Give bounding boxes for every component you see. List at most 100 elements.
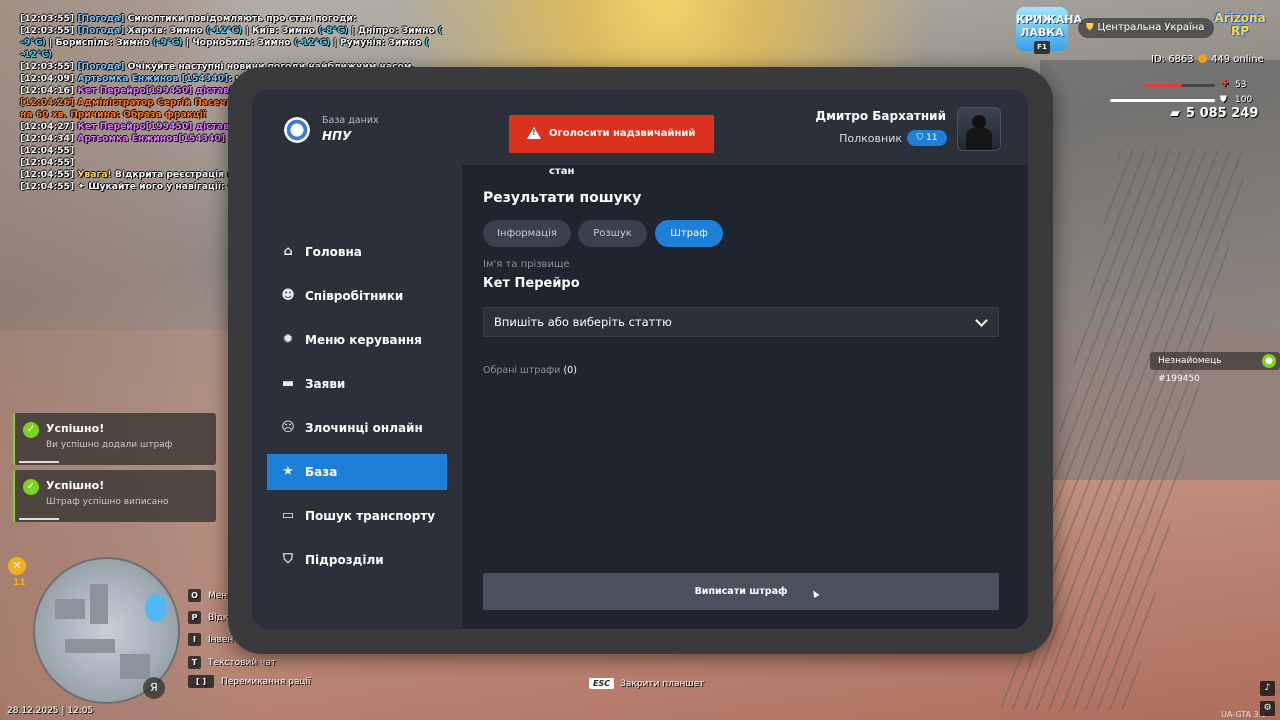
- hint-row: [ ] Перемикання рації: [188, 675, 311, 688]
- online-count: 449 online: [1198, 54, 1264, 65]
- chat-line: -9°C) | Бориспіль: Зимно (-9°C) | Чорноб…: [20, 37, 429, 49]
- emergency-label: Оголосити надзвичайний стан: [549, 128, 696, 177]
- chat-segment: [Погода]: [77, 25, 128, 36]
- chat-segment: [12:03:55]: [20, 25, 78, 36]
- toast-notification: ✓ Успішно! Ви успішно додали штраф: [13, 413, 216, 465]
- armor-bar: [1110, 99, 1215, 102]
- chat-segment: Харків: Зимно: [127, 25, 206, 36]
- hint-key: [ ]: [188, 675, 214, 688]
- hint-row: T Текстовий чат: [188, 656, 276, 669]
- hint-row: P Відк: [188, 611, 228, 624]
- close-hint: ESC Закрити планшет: [589, 678, 704, 689]
- star-icon: ★: [282, 464, 294, 479]
- tab-fine[interactable]: Штраф: [655, 220, 723, 247]
- sidebar-item-home[interactable]: ⌂ Головна: [267, 234, 447, 270]
- results-title: Результати пошуку: [483, 190, 642, 206]
- sidebar-item-folder[interactable]: ▬ Заяви: [267, 366, 447, 402]
- gear-icon: ✹: [282, 332, 294, 347]
- chat-segment: | Чорнобиль: Зимно: [182, 37, 294, 48]
- chat-segment: [12:04:55]: [20, 157, 75, 168]
- chat-segment: Артьомка Енжинов [154340]: [77, 73, 229, 84]
- region-badge: ⛊ Центральна Україна: [1078, 18, 1215, 38]
- check-icon: ✓: [23, 422, 39, 438]
- chat-segment: Увага!: [77, 169, 115, 180]
- rank-level: 11: [926, 133, 938, 143]
- money-icon: ▰: [1170, 106, 1180, 121]
- sidebar-item-label: Головна: [305, 245, 362, 259]
- chat-segment: (: [424, 37, 429, 48]
- chevron-down-icon: [975, 314, 988, 327]
- ice-shop-line1: КРИЖАНА: [1016, 13, 1082, 26]
- sidebar-item-label: Пошук транспорту: [305, 509, 436, 523]
- crosshair-icon: ✕: [8, 557, 26, 575]
- chosen-label: Обрані штрафи: [483, 365, 561, 376]
- sidebar-item-label: Злочинці онлайн: [305, 421, 423, 435]
- armor-value: 100: [1235, 95, 1253, 105]
- chat-segment: [12:03:55]: [20, 13, 78, 24]
- settings-icon[interactable]: ⚙: [1260, 701, 1275, 716]
- ice-shop-logo[interactable]: КРИЖАНА ЛАВКА F1: [1016, 7, 1082, 54]
- emergency-button[interactable]: Оголосити надзвичайний стан: [509, 115, 714, 177]
- esc-key[interactable]: ESC: [589, 678, 615, 689]
- chat-segment: на 60 хв. Причина: Образа фракції: [20, 109, 207, 120]
- warning-icon: [527, 127, 541, 139]
- chat-segment: [12:04:55]: [20, 145, 75, 156]
- chat-segment: [12:04:55]: [20, 169, 78, 180]
- toast-message: Ви успішно додали штраф: [46, 440, 173, 450]
- article-select[interactable]: Впишіть або виберіть статтю: [483, 307, 999, 337]
- voice-button[interactable]: Я: [143, 677, 165, 699]
- ice-shop-key: F1: [1034, 41, 1050, 54]
- mic-icon: ●: [1262, 354, 1276, 368]
- name-label: Ім'я та прізвище: [483, 259, 570, 270]
- chosen-count: (0): [563, 365, 577, 376]
- sidebar-item-star[interactable]: ★ База: [267, 454, 447, 490]
- sidebar-item-users[interactable]: ☻ Співробітники: [267, 278, 447, 314]
- chat-segment: [12:04:27]: [20, 121, 78, 132]
- chat-segment: | Румунія: Зимно: [330, 37, 425, 48]
- online-label: 449 online: [1211, 54, 1264, 65]
- chat-segment: [12:04:09]: [20, 73, 78, 84]
- chat-segment: Синоптики повідомляють про стан погоди:: [127, 13, 357, 24]
- health-track: [1145, 84, 1215, 87]
- microphone-icon[interactable]: ♪: [1260, 681, 1275, 696]
- stranger-tag: Незнайомець #199450 ●: [1150, 352, 1280, 384]
- sidebar-item-gear[interactable]: ✹ Меню керування: [267, 322, 447, 358]
- armor-icon: ⛊: [1220, 95, 1227, 105]
- money-value: 5 085 249: [1186, 106, 1259, 121]
- users-icon: ☻: [281, 288, 295, 303]
- coin-icon: [1198, 54, 1207, 63]
- hint-label: Текстовий чат: [208, 658, 277, 668]
- avatar[interactable]: [957, 107, 1001, 151]
- chat-segment: ✦ Шукайте його у навігації:: [77, 181, 228, 192]
- tablet-screen: База даних НПУ Оголосити надзвичайний ст…: [252, 90, 1028, 629]
- check-icon: ✓: [23, 479, 39, 495]
- sidebar-item-car[interactable]: ▭ Пошук транспорту: [267, 498, 447, 534]
- sidebar-item-mask[interactable]: ☹ Злочинці онлайн: [267, 410, 447, 446]
- chat-segment: (: [437, 25, 443, 36]
- sidebar-item-label: Меню керування: [305, 333, 422, 347]
- sidebar-item-shield[interactable]: ⛉ Підрозділи: [267, 542, 447, 578]
- issue-fine-button[interactable]: Виписати штраф: [483, 573, 999, 610]
- sidebar-item-label: База: [305, 465, 338, 479]
- toast-title: Успішно!: [46, 479, 105, 492]
- brand-title: НПУ: [322, 129, 352, 143]
- sidebar-item-label: Підрозділи: [305, 553, 384, 567]
- health-value: 53: [1235, 80, 1247, 90]
- mask-icon: ☹: [281, 420, 295, 435]
- shield-icon: ⛉: [283, 552, 293, 567]
- chat-segment: -12°C): [20, 49, 53, 60]
- hint-label: Відк: [208, 613, 229, 623]
- tab-wanted[interactable]: Розшук: [578, 220, 647, 247]
- chat-segment: [Погода]: [77, 13, 128, 24]
- chat-segment: -9°C): [20, 37, 46, 48]
- player-level: 11: [13, 578, 26, 588]
- chat-segment: | Київ: Зимно: [242, 25, 319, 36]
- tab-info[interactable]: Інформація: [483, 220, 571, 247]
- esc-label: Закрити планшет: [620, 679, 705, 689]
- article-select-value: Впишіть або виберіть статтю: [494, 315, 672, 329]
- police-emblem-icon: [282, 115, 312, 145]
- rank-shield-icon: ⛉: [916, 133, 927, 143]
- voice-label: Я: [150, 681, 158, 694]
- chat-segment: [Погода]: [77, 61, 128, 72]
- armor-track: [1110, 99, 1215, 102]
